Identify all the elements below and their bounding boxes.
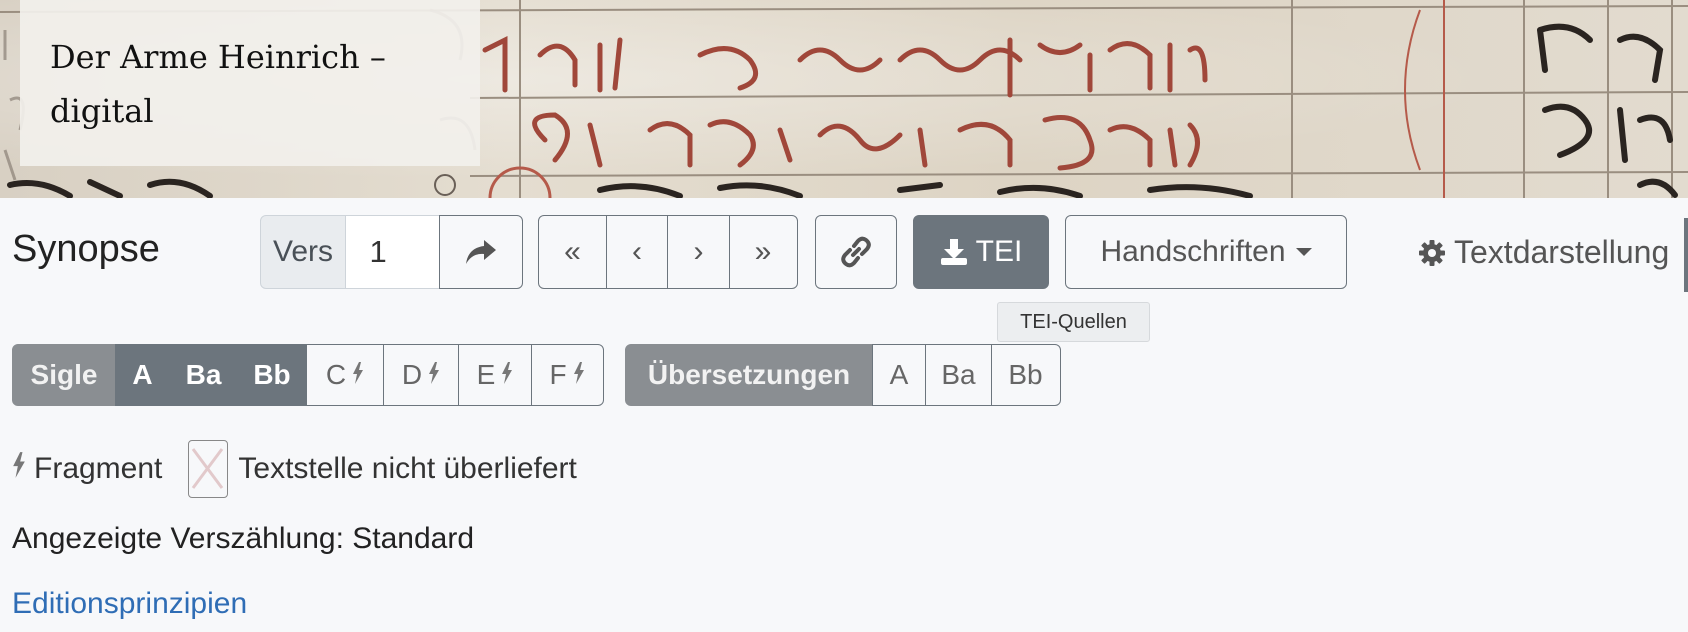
tei-label: TEI bbox=[975, 235, 1023, 268]
sigle-label-c: C bbox=[325, 359, 347, 390]
bolt-icon bbox=[428, 359, 440, 391]
translation-toggle-ba[interactable]: Ba bbox=[925, 344, 992, 406]
translation-toggle-bb[interactable]: Bb bbox=[990, 344, 1061, 406]
verse-navigation-group: « ‹ › » bbox=[538, 215, 798, 289]
tei-download-button[interactable]: TEI bbox=[913, 215, 1049, 289]
right-edge-button[interactable] bbox=[1684, 218, 1688, 292]
bolt-icon bbox=[501, 359, 513, 391]
translations-label: Übersetzungen bbox=[625, 344, 873, 406]
tei-group: TEI bbox=[913, 215, 1049, 289]
sigle-label-f: F bbox=[549, 359, 567, 390]
bolt-icon bbox=[352, 359, 364, 391]
verse-numbering-info: Angezeigte Verszählung: Standard bbox=[12, 522, 474, 555]
previous-verse-button[interactable]: ‹ bbox=[605, 215, 669, 289]
edition-principles-link[interactable]: Editionsprinzipien bbox=[12, 587, 247, 621]
gear-icon bbox=[1419, 239, 1445, 266]
sigle-toggle-bb[interactable]: Bb bbox=[236, 344, 308, 406]
first-verse-button[interactable]: « bbox=[538, 215, 607, 289]
verse-input[interactable]: 1 bbox=[344, 215, 441, 289]
fragment-legend-label: Fragment bbox=[34, 452, 163, 485]
sigle-label: Sigle bbox=[12, 344, 116, 406]
sigle-label-e: E bbox=[476, 359, 496, 390]
page-title: Synopse bbox=[12, 228, 160, 270]
text-display-label: Textdarstellung bbox=[1454, 234, 1670, 270]
manuscript-banner: Der Arme Heinrich – digital bbox=[0, 0, 1688, 198]
link-group bbox=[815, 215, 897, 289]
link-icon bbox=[841, 236, 871, 268]
legend: Fragment Textstelle nicht überliefert bbox=[12, 440, 577, 498]
manuscripts-label: Handschriften bbox=[1100, 235, 1286, 268]
bolt-icon bbox=[12, 452, 26, 486]
bolt-icon bbox=[573, 359, 585, 391]
sigle-toggle-c[interactable]: C bbox=[306, 344, 384, 406]
share-arrow-icon bbox=[466, 240, 496, 264]
sigle-toggle-e[interactable]: E bbox=[458, 344, 532, 406]
sigle-toggle-f[interactable]: F bbox=[530, 344, 604, 406]
next-verse-button[interactable]: › bbox=[667, 215, 730, 289]
manuscripts-dropdown[interactable]: Handschriften bbox=[1065, 215, 1347, 289]
sigle-label-d: D bbox=[401, 359, 423, 390]
sigle-toggle-d[interactable]: D bbox=[382, 344, 460, 406]
permalink-button[interactable] bbox=[815, 215, 897, 289]
verse-label: Vers bbox=[260, 215, 346, 289]
sigle-group: Sigle A Ba Bb C D E F bbox=[12, 344, 604, 406]
tei-tooltip: TEI-Quellen bbox=[997, 302, 1150, 342]
caret-down-icon bbox=[1295, 248, 1312, 256]
not-transmitted-icon bbox=[188, 440, 229, 498]
site-title[interactable]: Der Arme Heinrich – digital bbox=[50, 30, 430, 138]
last-verse-button[interactable]: » bbox=[728, 215, 798, 289]
sigle-toggle-a[interactable]: A bbox=[114, 344, 171, 406]
translations-group: Übersetzungen A Ba Bb bbox=[625, 344, 1061, 406]
text-display-toggle[interactable]: Textdarstellung bbox=[1418, 234, 1669, 271]
sigle-toggle-ba[interactable]: Ba bbox=[169, 344, 238, 406]
verse-input-group: Vers 1 bbox=[260, 215, 523, 289]
manuscripts-group: Handschriften bbox=[1065, 215, 1347, 289]
download-icon bbox=[940, 239, 967, 265]
not-transmitted-legend-label: Textstelle nicht überliefert bbox=[238, 452, 577, 485]
sigle-label-bb: Bb bbox=[253, 359, 291, 390]
go-to-verse-button[interactable] bbox=[439, 215, 523, 289]
translation-toggle-a[interactable]: A bbox=[871, 344, 927, 406]
